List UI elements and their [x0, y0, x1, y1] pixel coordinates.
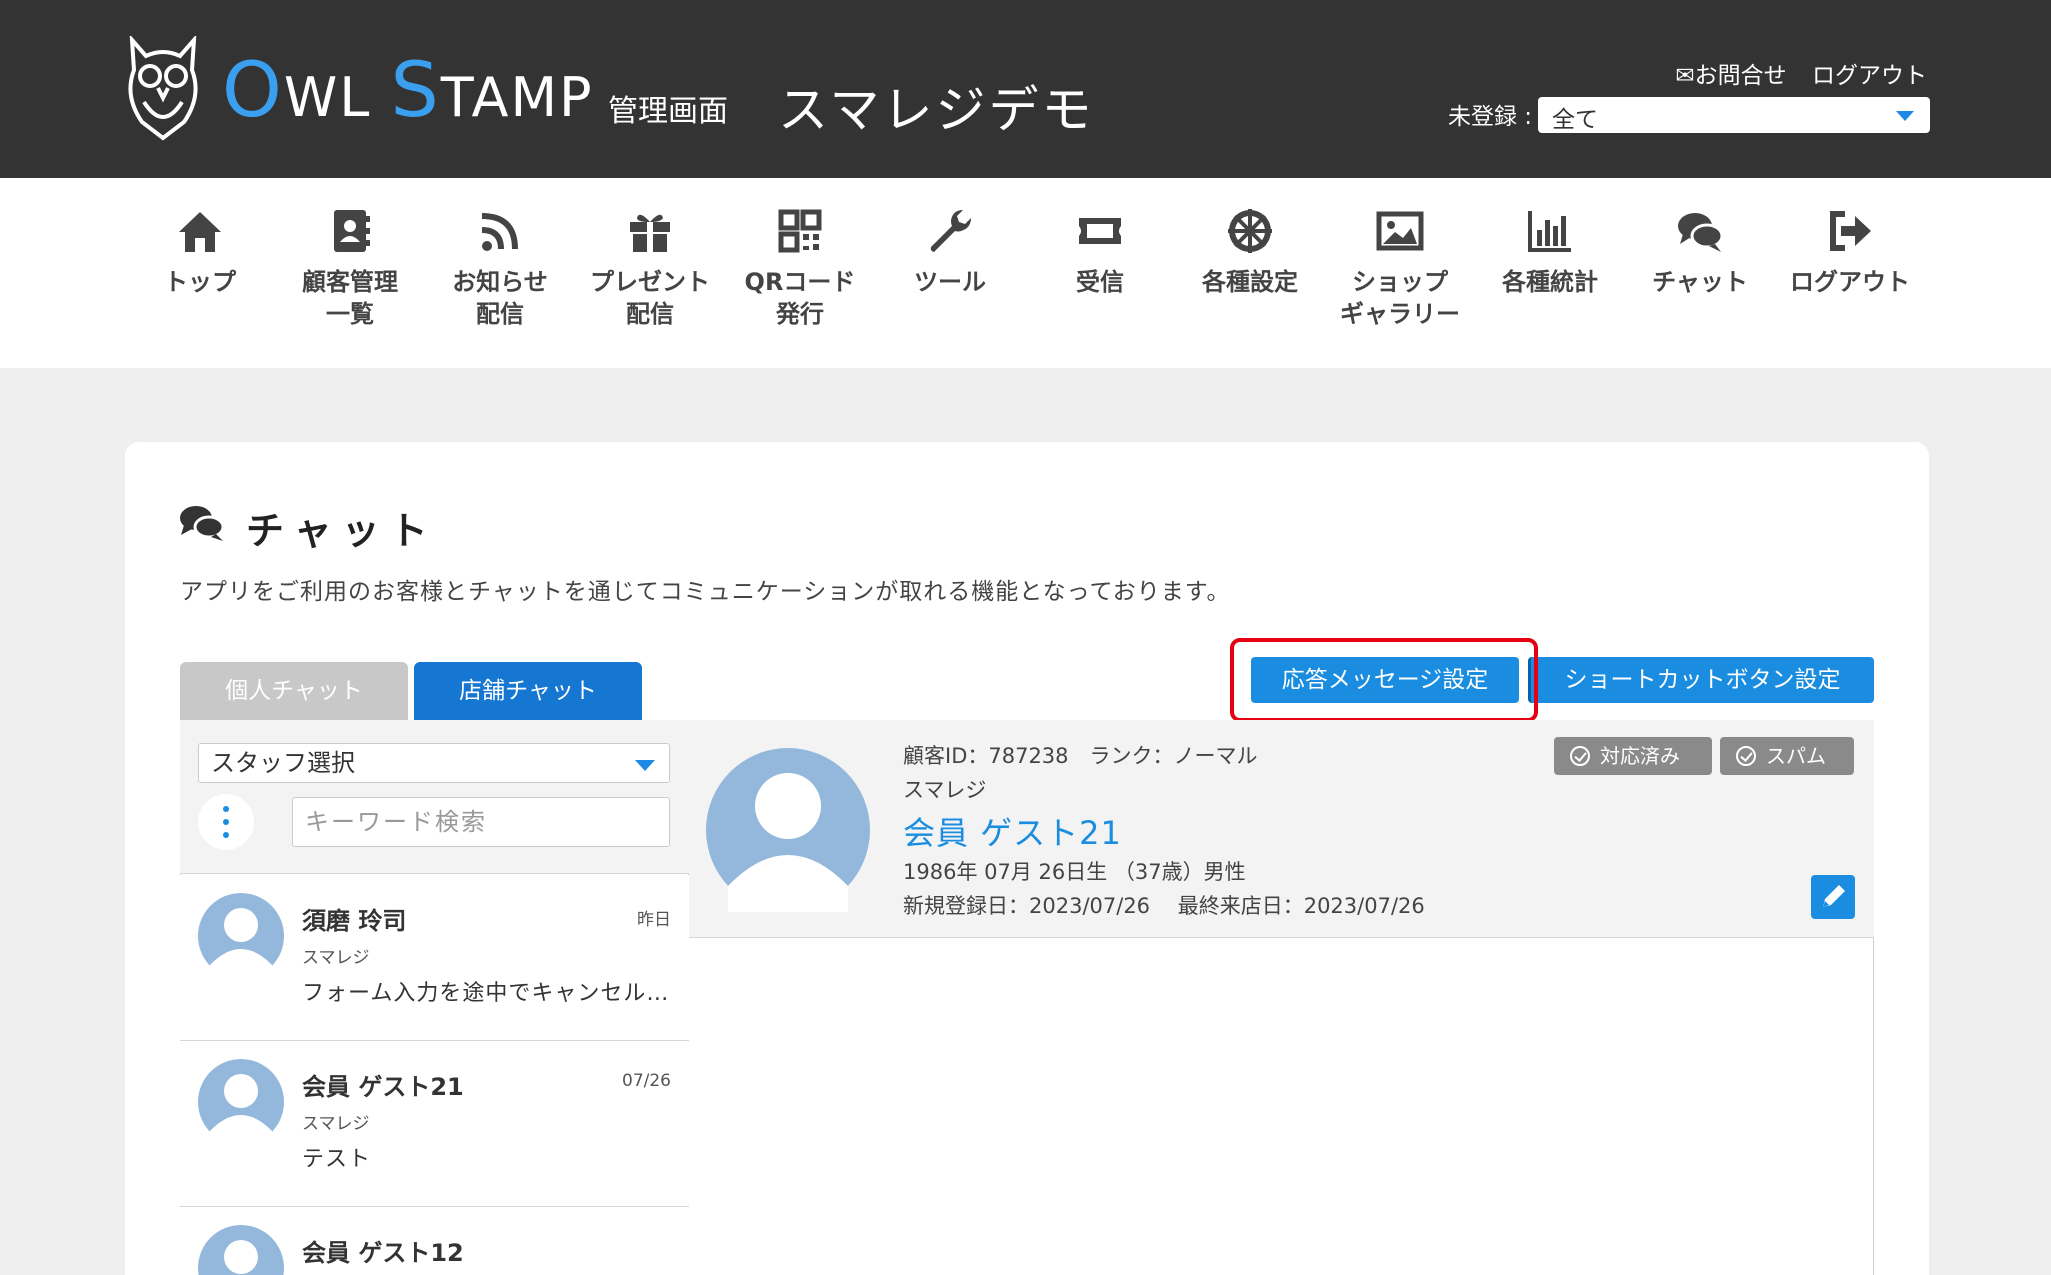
chat-item-shop: スマレジ — [302, 948, 370, 968]
nav-item-logout[interactable]: ログアウト — [1775, 206, 1925, 298]
nav-item-receive[interactable]: 受信 — [1025, 206, 1175, 298]
chat-item-message: テスト — [302, 1147, 372, 1172]
nav-label: 顧客管理 一覧 — [302, 268, 398, 328]
home-icon — [179, 212, 221, 252]
sign-out-icon — [1830, 211, 1871, 251]
rss-icon — [481, 213, 518, 251]
chat-item-message: フォーム入力を途中でキャンセルしたい — [302, 981, 672, 1006]
chat-item-name: 須磨 玲司 — [302, 907, 407, 935]
nav-label: ツール — [914, 268, 986, 296]
mark-spam-label: スパム — [1766, 744, 1826, 768]
staff-select[interactable]: スタッフ選択 — [198, 743, 670, 783]
tab-store-chat[interactable]: 店舗チャット — [414, 662, 642, 720]
nav-label: 受信 — [1076, 268, 1124, 296]
check-circle-icon — [1736, 746, 1756, 766]
chat-item-date: 07/26 — [622, 1071, 671, 1091]
nav-label: QRコード 発行 — [744, 268, 856, 328]
logo-subtitle: 管理画面 — [608, 94, 728, 129]
check-circle-icon — [1570, 746, 1590, 766]
staff-select-label: スタッフ選択 — [211, 749, 355, 777]
nav-label: お知らせ 配信 — [452, 268, 548, 328]
nav-item-present[interactable]: プレゼント 配信 — [575, 206, 725, 330]
more-options-button[interactable] — [198, 794, 254, 850]
customer-id-rank: 顧客ID：787238 ランク：ノーマル — [903, 744, 1258, 768]
page-description: アプリをご利用のお客様とチャットを通じてコミュニケーションが取れる機能となってお… — [180, 579, 1231, 605]
chat-icon — [1678, 213, 1724, 252]
gift-icon — [630, 214, 670, 252]
address-book-icon — [334, 210, 370, 252]
highlight-box — [1230, 638, 1538, 722]
shortcut-button-settings-button[interactable]: ショートカットボタン設定 — [1528, 657, 1874, 703]
customer-birth-gender: 1986年 07月 26日生 （37歳）男性 — [903, 860, 1246, 884]
nav-label: 各種設定 — [1202, 268, 1298, 296]
header-links: ✉お問合せ ログアウト — [1657, 56, 1927, 90]
page-title: チャット — [246, 509, 438, 553]
chat-item-name: 会員 ゲスト21 — [302, 1073, 464, 1101]
unregistered-select-value: 全て — [1552, 107, 1598, 133]
nav-item-chat[interactable]: チャット — [1625, 206, 1775, 298]
brand-logo-text: OWL STAMP — [222, 45, 594, 134]
header-logout-link[interactable]: ログアウト — [1812, 63, 1927, 89]
ticket-icon — [1079, 218, 1121, 244]
unregistered-select[interactable]: 全て — [1538, 97, 1930, 133]
chat-item-date: 昨日 — [637, 910, 671, 930]
contact-link[interactable]: ✉お問合せ — [1675, 63, 1786, 89]
image-icon — [1376, 211, 1424, 251]
edit-customer-button[interactable] — [1811, 875, 1855, 919]
settings-wheel-icon — [1228, 209, 1272, 253]
avatar — [198, 1059, 284, 1145]
nav-item-settings[interactable]: 各種設定 — [1175, 206, 1325, 298]
mark-spam-button[interactable]: スパム — [1720, 737, 1854, 775]
nav-label: トップ — [164, 268, 236, 296]
mark-done-label: 対応済み — [1600, 744, 1680, 768]
owl-logo-icon — [128, 36, 198, 141]
customer-name[interactable]: 会員 ゲスト21 — [903, 808, 1122, 854]
unregistered-label: 未登録 : — [1448, 104, 1533, 130]
chat-list-item[interactable]: 会員 ゲスト12 — [180, 1207, 689, 1275]
nav-label: プレゼント 配信 — [590, 268, 710, 328]
chevron-down-icon — [1896, 111, 1914, 121]
chat-list-item[interactable]: 会員 ゲスト21 07/26 スマレジ テスト — [180, 1041, 689, 1207]
customer-dates: 新規登録日：2023/07/26 最終来店日：2023/07/26 — [903, 894, 1425, 918]
nav-item-news[interactable]: お知らせ 配信 — [425, 206, 575, 330]
avatar — [198, 1225, 284, 1275]
nav-item-top[interactable]: トップ — [125, 206, 275, 298]
avatar — [706, 748, 870, 912]
nav-item-qrcode[interactable]: QRコード 発行 — [725, 206, 875, 330]
nav-item-gallery[interactable]: ショップ ギャラリー — [1325, 206, 1475, 330]
nav-item-tools[interactable]: ツール — [875, 206, 1025, 298]
chat-icon — [180, 506, 225, 541]
mark-done-button[interactable]: 対応済み — [1554, 737, 1712, 775]
main-nav: トップ 顧客管理 一覧 お知らせ 配信 プレゼント 配信 QRコード 発行 ツー… — [0, 178, 2051, 368]
bar-chart-icon — [1528, 211, 1571, 252]
nav-item-customers[interactable]: 顧客管理 一覧 — [275, 206, 425, 330]
qrcode-icon — [778, 209, 822, 253]
nav-label: ログアウト — [1790, 268, 1910, 296]
pencil-icon — [1823, 885, 1845, 907]
nav-item-stats[interactable]: 各種統計 — [1475, 206, 1625, 298]
chat-list-item[interactable]: 須磨 玲司 昨日 スマレジ フォーム入力を途中でキャンセルしたい — [180, 875, 689, 1041]
nav-label: 各種統計 — [1502, 268, 1598, 296]
tab-personal-chat[interactable]: 個人チャット — [180, 662, 408, 720]
chevron-down-icon — [635, 760, 655, 771]
nav-label: ショップ ギャラリー — [1340, 268, 1460, 328]
nav-label: チャット — [1652, 268, 1748, 296]
customer-shop: スマレジ — [903, 778, 987, 802]
shop-name: スマレジデモ — [778, 81, 1095, 139]
keyword-search-input[interactable] — [292, 797, 670, 847]
chat-item-name: 会員 ゲスト12 — [302, 1239, 464, 1267]
avatar — [198, 893, 284, 979]
wrench-icon — [930, 210, 971, 252]
chat-item-shop: スマレジ — [302, 1114, 370, 1134]
